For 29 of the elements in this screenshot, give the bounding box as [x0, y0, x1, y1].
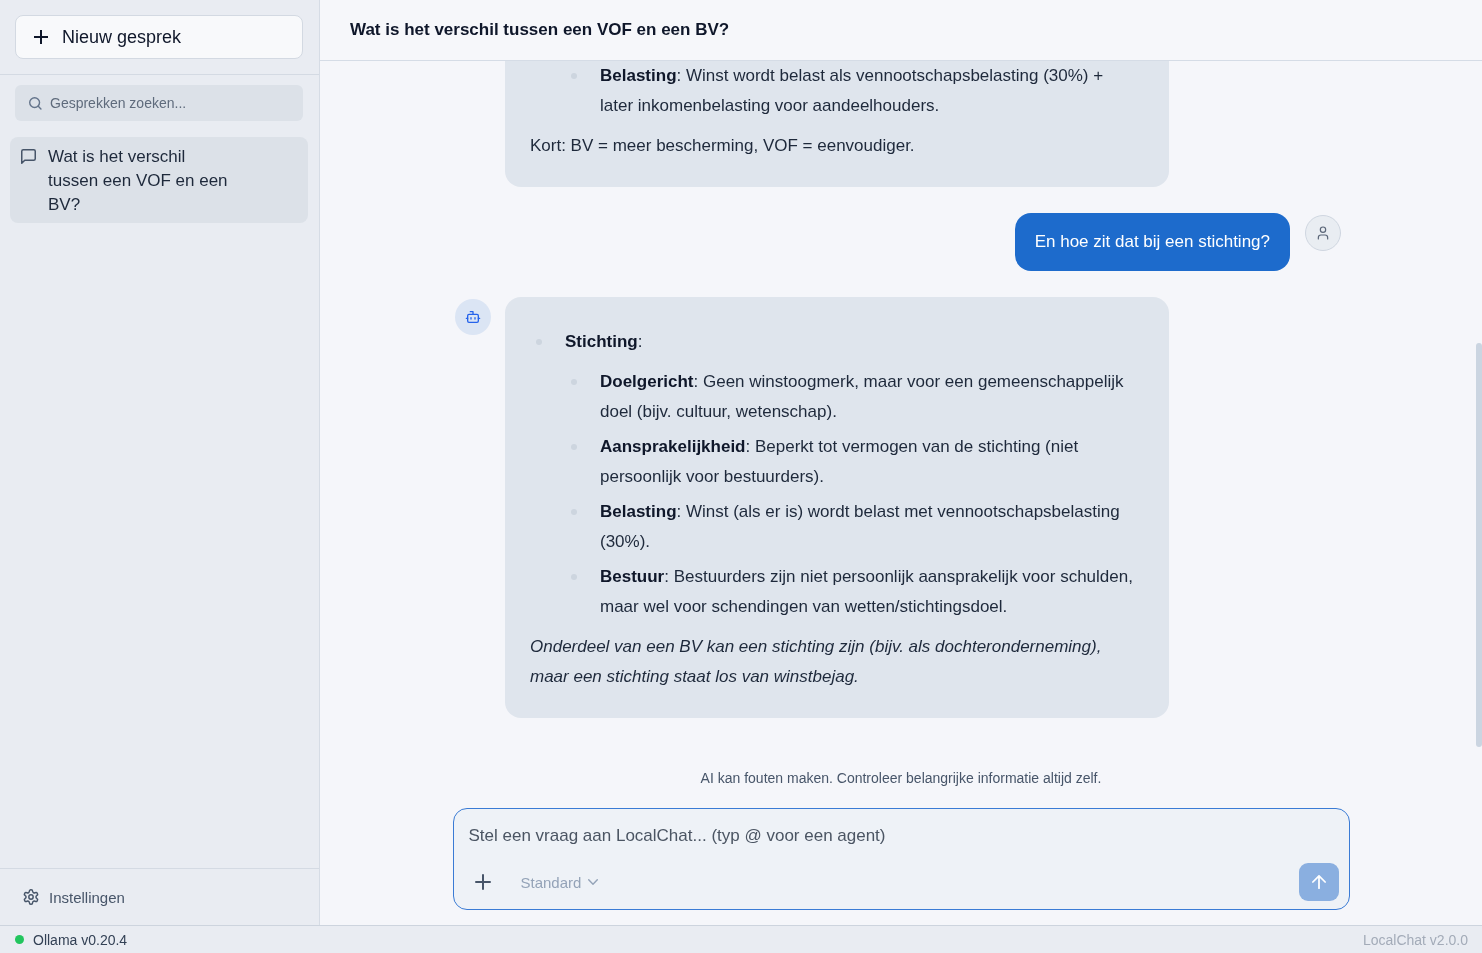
new-chat-button[interactable]: Nieuw gesprek: [15, 15, 303, 59]
message-text: Kort: BV = meer bescherming, VOF = eenvoudiger.: [530, 135, 916, 157]
search-input[interactable]: Gesprekken zoeken...: [50, 95, 289, 111]
user-message: En hoe zit dat bij een stichting?: [1014, 213, 1290, 271]
list-item-text: Stichting:: [565, 331, 644, 353]
arrow-up-icon: [1311, 875, 1326, 889]
disclaimer-text: AI kan fouten maken. Controleer belangrijke informatie altijd zelf.: [700, 769, 1102, 787]
chat-bubble-icon: [21, 149, 36, 164]
search-icon: [29, 96, 42, 110]
list-item-text: Doelgericht: Geen winstoogmerk, maar voor een gemeenschappelijk doel (bijv. cultuur, wetenschap).: [600, 371, 1125, 423]
plus-icon: [34, 30, 48, 44]
scrollbar-thumb[interactable]: [1476, 343, 1482, 747]
message-input[interactable]: Stel een vraag aan LocalChat... (typ @ voor een agent): [467, 818, 1339, 854]
user-icon: [1305, 215, 1341, 251]
settings-icon: [23, 889, 39, 905]
message-text: Onderdeel van een BV kan een stichting zijn (bijv. als dochteronderneming), maar een stichting staat los van winstbejag.: [530, 636, 1103, 688]
list-item-text: Bestuur: Bestuurders zijn niet persoonlijk aansprakelijk voor schulden, maar wel voor schendingen van wetten/stichtingsdoel.: [600, 566, 1134, 618]
list-item-text: Aansprakelijkheid: Beperkt tot vermogen van de stichting (niet persoonlijk voor bestuurders).: [600, 436, 1080, 488]
settings-button[interactable]: Instellingen: [23, 888, 125, 906]
search-field[interactable]: Gesprekken zoeken...: [15, 85, 303, 121]
chevron-down-icon: [588, 879, 599, 885]
plus-icon: [474, 874, 491, 890]
chat-title: Wat is het verschil tussen een VOF en een BV?: [350, 20, 730, 40]
robot-icon: [455, 299, 491, 335]
list-item-text: Belasting: Winst wordt belast als vennootschapsbelasting (30%) + later inkomenbelasting voor aandeelhouders.: [600, 65, 1105, 117]
version-text: LocalChat v2.0.0: [1362, 931, 1468, 948]
connection-status-text: Ollama v0.20.4: [33, 931, 128, 948]
conversation-item[interactable]: Wat is het verschil tussen een VOF en een BV?: [10, 137, 308, 223]
list-item-text: Belasting: Winst (als er is) wordt belast met vennootschapsbelasting (30%).: [600, 501, 1121, 553]
